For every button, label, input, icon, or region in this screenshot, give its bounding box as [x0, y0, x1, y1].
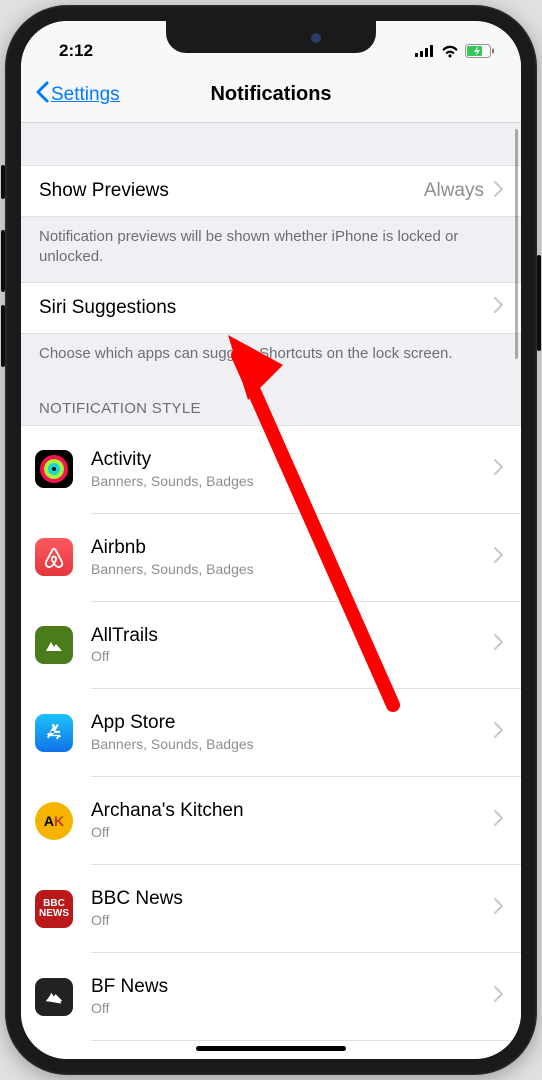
app-row-bbc[interactable]: BBCNEWS BBC News Off [21, 865, 521, 952]
app-name: BF News [91, 977, 484, 998]
app-name: BBC News [91, 889, 484, 910]
app-subtitle: Off [91, 648, 484, 664]
app-row-alltrails[interactable]: AllTrailsOff [21, 602, 521, 689]
phone-frame: 2:12 Settings Notifications [5, 5, 537, 1075]
app-name: AllTrails [91, 626, 484, 647]
app-row-airbnb[interactable]: Airbnb Banners, Sounds, Badges [21, 514, 521, 601]
show-previews-cell[interactable]: Show Previews Always [21, 165, 521, 217]
power-button[interactable] [537, 255, 541, 351]
app-list: Activity Banners, Sounds, Badges Airbnb Ban… [21, 425, 521, 1059]
siri-suggestions-footer: Choose which apps can suggest Shortcuts … [21, 334, 521, 378]
chevron-right-icon [484, 533, 503, 582]
notch [166, 21, 376, 53]
mute-switch[interactable] [1, 165, 5, 199]
bfnews-icon [35, 978, 73, 1016]
app-row-bfnews[interactable]: BF News Off [21, 953, 521, 1040]
app-name: App Store [91, 713, 484, 734]
chevron-right-icon [484, 796, 503, 845]
app-row-appstore[interactable]: App Store Banners, Sounds, Badges [21, 689, 521, 776]
chevron-right-icon [484, 620, 503, 669]
app-subtitle: Off [91, 824, 484, 840]
app-subtitle: Off [91, 1000, 484, 1016]
app-subtitle: Banners, Sounds, Badges [91, 473, 484, 489]
app-name: Airbnb [91, 538, 484, 559]
status-time: 2:12 [59, 41, 93, 61]
alltrails-icon [35, 626, 73, 664]
app-row-activity[interactable]: Activity Banners, Sounds, Badges [21, 426, 521, 513]
page-title: Notifications [210, 83, 331, 106]
show-previews-value: Always [424, 180, 484, 202]
content-scroll[interactable]: Show Previews Always Notification previe… [21, 123, 521, 1059]
scroll-indicator [515, 129, 518, 359]
chevron-right-icon [494, 181, 503, 202]
siri-suggestions-cell[interactable]: Siri Suggestions [21, 282, 521, 334]
airbnb-icon [35, 538, 73, 576]
chevron-right-icon [484, 884, 503, 933]
back-button[interactable]: Settings [35, 81, 120, 109]
archanas-icon: AK [35, 802, 73, 840]
app-subtitle: Banners, Sounds, Badges [91, 561, 484, 577]
bbc-icon: BBCNEWS [35, 890, 73, 928]
home-indicator[interactable] [196, 1046, 346, 1051]
app-name: Activity [91, 450, 484, 471]
chevron-right-icon [484, 972, 503, 1021]
siri-suggestions-label: Siri Suggestions [39, 297, 494, 319]
app-row-archanas[interactable]: AK Archana's Kitchen Off [21, 777, 521, 864]
back-label: Settings [51, 84, 120, 106]
app-name: Archana's Kitchen [91, 801, 484, 822]
chevron-right-icon [484, 708, 503, 757]
notification-style-header: NOTIFICATION STYLE [21, 378, 521, 425]
chevron-right-icon [484, 445, 503, 494]
chevron-right-icon [494, 297, 503, 318]
appstore-icon [35, 714, 73, 752]
phone-screen: 2:12 Settings Notifications [21, 21, 521, 1059]
nav-bar: Settings Notifications [21, 67, 521, 123]
wifi-icon [441, 45, 459, 58]
activity-icon [35, 450, 73, 488]
volume-up-button[interactable] [1, 230, 5, 292]
show-previews-footer: Notification previews will be shown whet… [21, 217, 521, 282]
show-previews-label: Show Previews [39, 180, 424, 202]
volume-down-button[interactable] [1, 305, 5, 367]
status-right [415, 44, 495, 58]
battery-charging-icon [465, 44, 495, 58]
app-subtitle: Off [91, 912, 484, 928]
chevron-left-icon [35, 81, 49, 109]
app-subtitle: Banners, Sounds, Badges [91, 736, 484, 752]
cellular-signal-icon [415, 45, 435, 57]
